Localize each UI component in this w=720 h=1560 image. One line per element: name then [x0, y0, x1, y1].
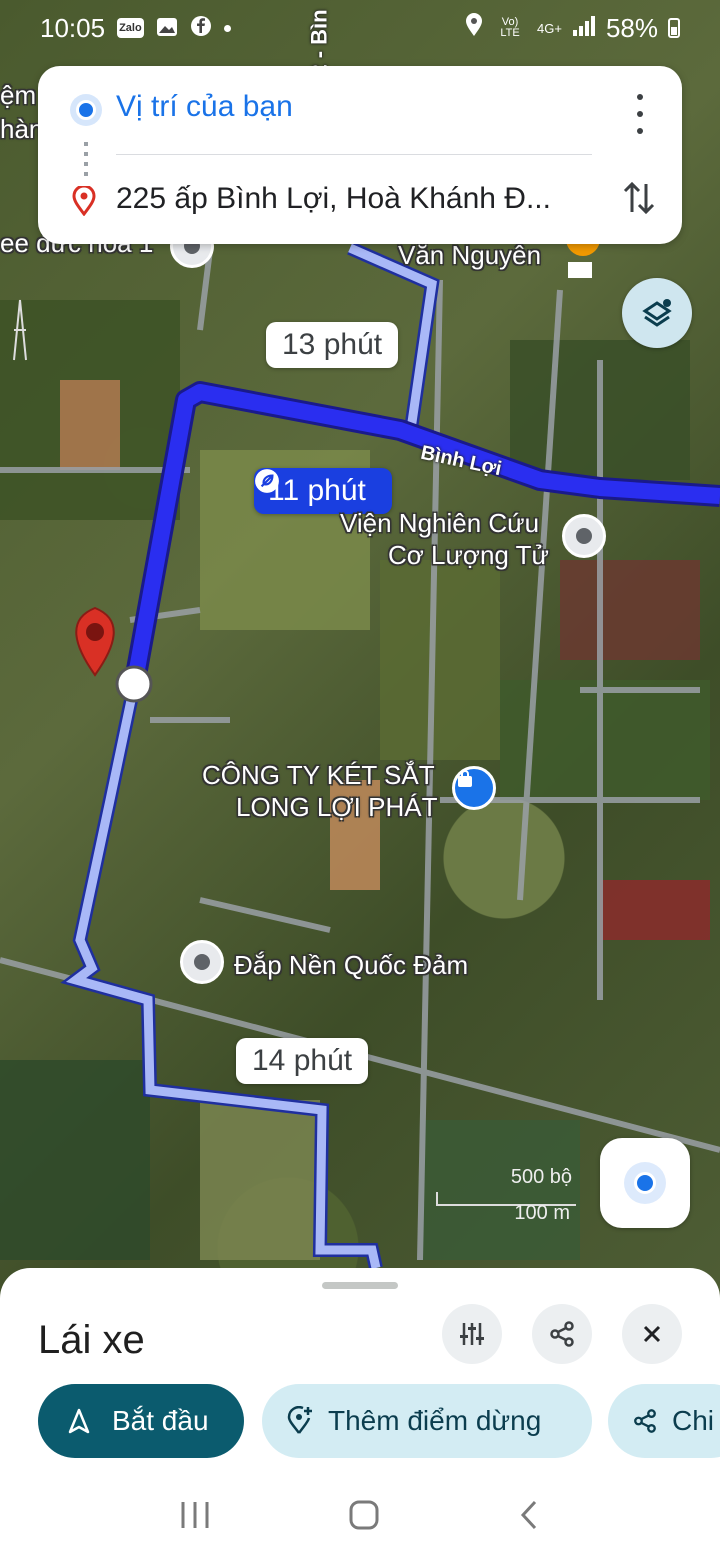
poi-pin-icon[interactable] [562, 514, 606, 558]
share-icon [550, 1321, 574, 1347]
notification-dot-icon [223, 24, 231, 32]
battery-icon [668, 18, 680, 38]
poi-label-ket-sat[interactable]: CÔNG TY KÉT SẮT [202, 760, 435, 791]
poi-label-vien-nghien-cuu[interactable]: Viện Nghiên Cứu [340, 508, 539, 539]
directions-card[interactable]: Vị trí của bạn 225 ấp Bình Lợi, Hoà Khán… [38, 66, 682, 244]
location-icon [465, 12, 483, 44]
origin-dot-icon [76, 100, 96, 120]
status-bar: 10:05 Zalo Vo) LTE 4G+ 58% [0, 0, 720, 56]
poi-label-vien-nghien-cuu-line2[interactable]: Cơ Lượng Tử [388, 540, 549, 571]
add-stop-button[interactable]: Thêm điểm dừng [262, 1384, 592, 1458]
start-navigation-button[interactable]: Bắt đầu [38, 1384, 244, 1458]
layers-button[interactable] [622, 278, 692, 348]
share-route-label: Chi [672, 1405, 715, 1436]
add-location-icon [287, 1406, 312, 1434]
recents-icon [181, 1501, 209, 1528]
share-icon [634, 1409, 656, 1433]
facebook-icon [190, 13, 212, 44]
card-divider [116, 154, 592, 155]
start-label: Bắt đầu [112, 1405, 209, 1436]
building-icon [568, 262, 592, 278]
alt-route-time-13[interactable]: 13 phút [266, 322, 399, 368]
shopping-bag-icon[interactable] [452, 766, 496, 810]
alt-route-time-14[interactable]: 14 phút [236, 1038, 369, 1084]
my-location-icon [634, 1172, 656, 1194]
swap-route-button[interactable] [622, 178, 656, 223]
scale-metric: 100 m [514, 1202, 570, 1224]
map-label-partial: ệm [0, 80, 37, 110]
share-button[interactable] [532, 1304, 592, 1364]
close-button[interactable] [622, 1304, 682, 1364]
origin-field[interactable]: Vị trí của bạn [116, 90, 572, 124]
map-label-partial: hàn [0, 114, 44, 144]
network-type: 4G+ [537, 20, 562, 36]
poi-pin-icon[interactable] [180, 940, 224, 984]
home-icon [349, 1500, 379, 1529]
volte-indicator: Vo) LTE [500, 16, 520, 39]
add-stop-label: Thêm điểm dừng [328, 1405, 542, 1436]
more-vert-icon [637, 94, 643, 100]
more-options-button[interactable] [628, 94, 652, 134]
poi-label-dap-nen[interactable]: Đắp Nền Quốc Đảm [234, 950, 468, 981]
sheet-drag-handle[interactable] [322, 1282, 398, 1289]
back-icon [521, 1500, 537, 1529]
tune-icon [460, 1323, 484, 1345]
system-nav-bar [0, 1474, 720, 1560]
close-icon [643, 1325, 661, 1343]
map-label-partial: Văn Nguyên [398, 240, 542, 270]
home-button[interactable] [348, 1499, 380, 1536]
layers-icon [642, 299, 672, 327]
my-location-button[interactable] [600, 1138, 690, 1228]
status-time: 10:05 [40, 12, 106, 43]
navigation-arrow-icon [68, 1408, 90, 1434]
gallery-icon [156, 13, 178, 44]
zalo-icon: Zalo [117, 18, 144, 38]
back-button[interactable] [517, 1499, 541, 1536]
destination-field[interactable]: 225 ấp Bình Lợi, Hoà Khánh Đ... [116, 182, 572, 216]
sheet-title: Lái xe [38, 1318, 145, 1362]
recent-apps-button[interactable] [179, 1500, 211, 1535]
signal-icon [572, 13, 596, 44]
scale-imperial: 500 bộ [510, 1166, 572, 1188]
route-options-button[interactable] [442, 1304, 502, 1364]
share-route-button[interactable]: Chi [608, 1384, 720, 1458]
primary-route-time-label: 11 phút [268, 474, 366, 507]
swap-icon [623, 181, 655, 215]
route-connector [84, 142, 88, 178]
battery-percent: 58% [605, 12, 658, 43]
destination-pin-icon [72, 184, 96, 221]
destination-pin [75, 606, 115, 677]
poi-label-ket-sat-line2[interactable]: LONG LỢI PHÁT [236, 792, 437, 823]
